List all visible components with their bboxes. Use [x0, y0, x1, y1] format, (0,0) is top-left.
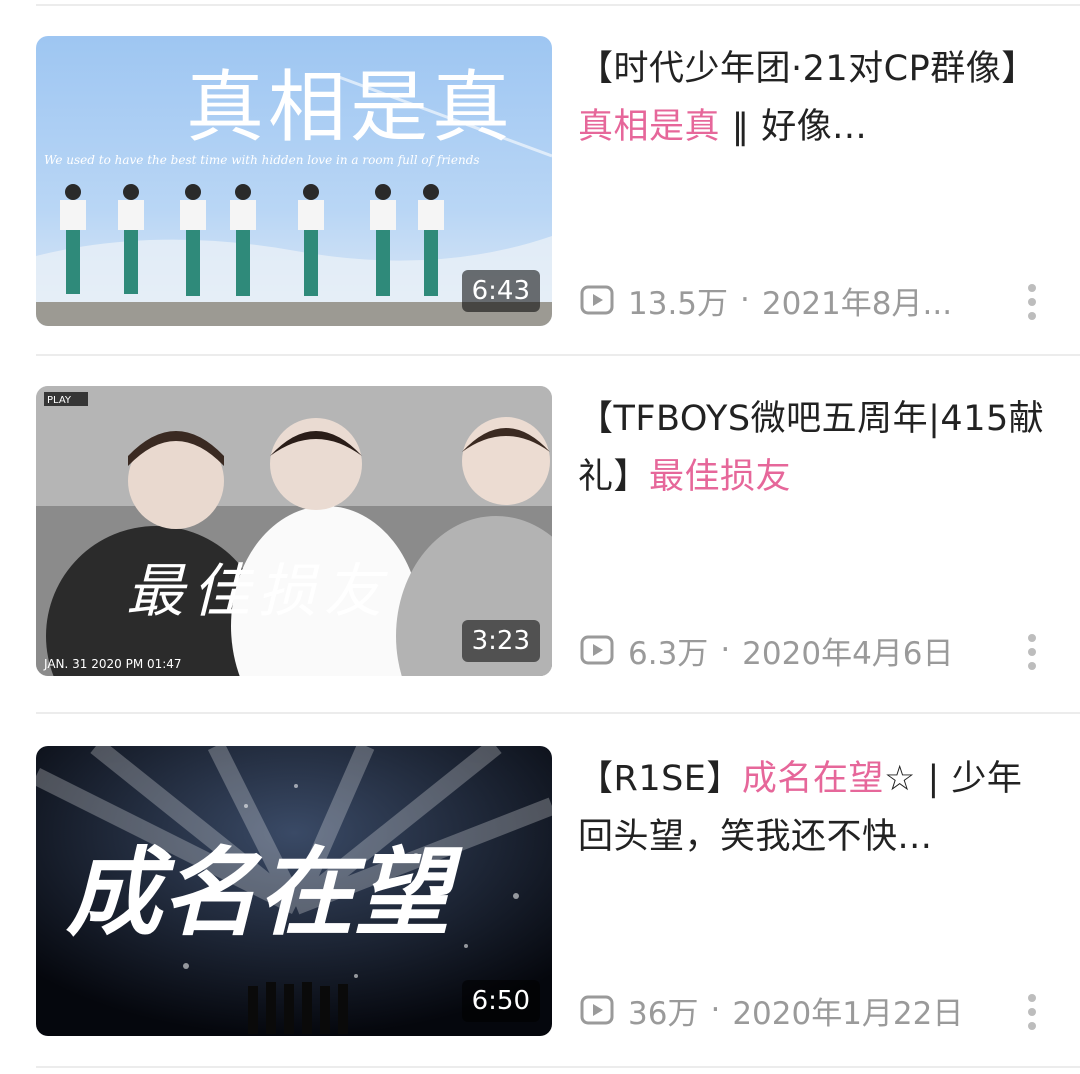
upload-date: 2021年8月... — [761, 285, 953, 322]
divider — [36, 712, 1080, 714]
view-count: 13.5万 — [628, 285, 729, 322]
thumbnail-stamp-text: JAN. 31 2020 PM 01:47 — [43, 657, 182, 671]
divider — [36, 354, 1080, 356]
duration-badge: 3:23 — [461, 620, 540, 662]
meta-separator: · — [710, 992, 721, 1028]
title-highlight: 最佳损友 — [649, 457, 792, 497]
video-meta: 6.3万 · 2020年4月6日 — [580, 630, 954, 672]
upload-date: 2020年1月22日 — [732, 995, 964, 1032]
divider-top — [36, 4, 1080, 6]
title-highlight: 真相是真 — [578, 107, 721, 147]
video-thumbnail[interactable]: PLAY JAN. 31 2020 PM 01:47 最佳损友 3:23 — [36, 386, 552, 676]
video-title[interactable]: 【TFBOYS微吧五周年|415献礼】最佳损友 — [578, 390, 1048, 506]
play-icon — [580, 635, 614, 665]
divider-bottom — [36, 1066, 1080, 1068]
thumbnail-title-text: 真相是真 — [186, 63, 514, 153]
video-thumbnail[interactable]: 真相是真 We used to have the best time with … — [36, 36, 552, 326]
duration-badge: 6:43 — [461, 270, 540, 312]
title-suffix: ‖ 好像... — [720, 107, 868, 147]
play-icon — [580, 995, 614, 1025]
title-prefix: 【时代少年团·21对CP群像】 — [578, 49, 1037, 89]
video-item[interactable]: PLAY JAN. 31 2020 PM 01:47 最佳损友 3:23 【TF… — [0, 386, 1080, 686]
view-count: 6.3万 — [628, 635, 709, 672]
video-meta: 36万 · 2020年1月22日 — [580, 990, 964, 1032]
meta-separator: · — [740, 282, 750, 318]
more-vertical-icon[interactable] — [1018, 992, 1046, 1032]
video-title[interactable]: 【R1SE】成名在望☆ | 少年回头望，笑我还不快... — [578, 750, 1048, 866]
more-vertical-icon[interactable] — [1018, 282, 1046, 322]
thumbnail-title-text: 成名在望 — [66, 836, 463, 949]
meta-separator: · — [720, 632, 731, 668]
video-thumbnail[interactable]: 成名在望 6:50 — [36, 746, 552, 1036]
title-highlight: 成名在望 — [741, 759, 884, 799]
thumbnail-subtitle-text: We used to have the best time with hidde… — [44, 153, 480, 167]
view-count: 36万 — [628, 995, 699, 1032]
video-item[interactable]: 真相是真 We used to have the best time with … — [0, 36, 1080, 336]
play-icon — [580, 285, 614, 315]
video-meta: 13.5万 · 2021年8月... — [580, 280, 953, 322]
thumbnail-title-text: 最佳损友 — [126, 557, 390, 625]
thumbnail-tag-text: PLAY — [47, 395, 72, 406]
more-vertical-icon[interactable] — [1018, 632, 1046, 672]
title-prefix: 【R1SE】 — [578, 759, 742, 799]
title-prefix: 【TFBOYS微吧五周年|415献礼】 — [578, 399, 1045, 497]
video-title[interactable]: 【时代少年团·21对CP群像】真相是真 ‖ 好像... — [578, 40, 1048, 156]
duration-badge: 6:50 — [461, 980, 540, 1022]
upload-date: 2020年4月6日 — [742, 635, 954, 672]
video-item[interactable]: 成名在望 6:50 【R1SE】成名在望☆ | 少年回头望，笑我还不快... 3… — [0, 746, 1080, 1046]
